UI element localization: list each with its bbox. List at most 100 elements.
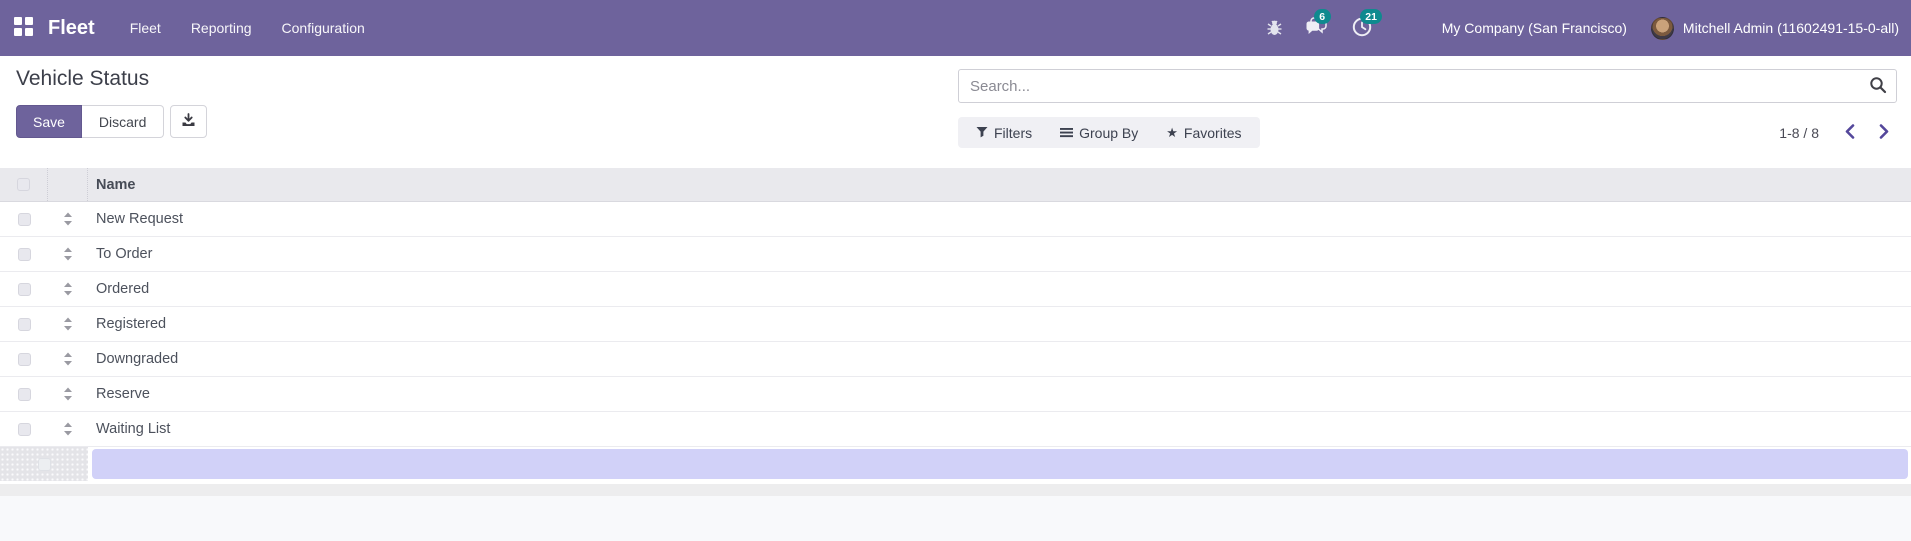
messages-button[interactable]: 6	[1294, 0, 1340, 56]
table-header: Name	[0, 168, 1911, 202]
row-checkbox[interactable]	[17, 387, 31, 401]
app-brand[interactable]: Fleet	[48, 17, 95, 40]
control-panel-right: Filters Group By ★	[958, 56, 1897, 168]
search-box	[958, 69, 1897, 103]
messages-count-badge: 6	[1313, 9, 1331, 24]
pager-next-button[interactable]	[1871, 120, 1897, 146]
new-record-row	[0, 447, 1911, 481]
row-checkbox-cell	[0, 202, 48, 236]
drag-handle[interactable]	[48, 342, 88, 376]
drag-handle[interactable]	[48, 307, 88, 341]
row-checkbox[interactable]	[17, 247, 31, 261]
table-row[interactable]: Reserve	[0, 377, 1911, 412]
systray: 6 21 My Company (San Francisco) Mitchell…	[1255, 0, 1911, 56]
row-checkbox-cell	[0, 412, 48, 446]
export-button[interactable]	[170, 105, 208, 138]
pager-previous-button[interactable]	[1837, 120, 1863, 146]
row-checkbox[interactable]	[17, 212, 31, 226]
apps-menu-button[interactable]	[0, 0, 46, 56]
column-header-name[interactable]: Name	[88, 168, 1911, 201]
chevron-right-icon	[1879, 123, 1889, 142]
row-name[interactable]: Ordered	[88, 272, 1911, 306]
user-menu[interactable]: Mitchell Admin (11602491-15-0-all)	[1650, 16, 1903, 40]
sort-handle-icon	[64, 422, 72, 436]
page: Fleet Fleet Reporting Configuration 6 21…	[0, 0, 1911, 541]
debug-button[interactable]	[1255, 0, 1294, 56]
discard-button[interactable]: Discard	[81, 105, 165, 138]
sort-handle-icon	[64, 352, 72, 366]
search-options-row: Filters Group By ★ Favorites 1-8 / 8	[958, 117, 1897, 148]
activities-count-badge: 21	[1359, 9, 1383, 24]
bug-icon	[1266, 18, 1283, 39]
row-checkbox-cell	[0, 342, 48, 376]
row-checkbox[interactable]	[17, 352, 31, 366]
pager: 1-8 / 8	[1779, 120, 1897, 146]
drag-handle[interactable]	[48, 237, 88, 271]
drag-handle[interactable]	[48, 272, 88, 306]
row-name[interactable]: Reserve	[88, 377, 1911, 411]
table-row[interactable]: Waiting List	[0, 412, 1911, 447]
group-by-bars-icon	[1060, 125, 1074, 141]
drag-handle[interactable]	[48, 412, 88, 446]
sort-handle-icon	[64, 387, 72, 401]
row-checkbox-cell	[0, 272, 48, 306]
row-name[interactable]: Downgraded	[88, 342, 1911, 376]
sort-handle-icon	[64, 247, 72, 261]
control-panel-left: Vehicle Status Save Discard	[16, 56, 208, 168]
sort-handle-icon	[64, 317, 72, 331]
star-icon: ★	[1166, 124, 1178, 140]
search-input[interactable]	[958, 69, 1897, 103]
group-by-button[interactable]: Group By	[1046, 117, 1152, 148]
sort-handle-icon	[64, 282, 72, 296]
new-row-name-input[interactable]	[92, 449, 1908, 479]
menu-reporting[interactable]: Reporting	[176, 20, 267, 36]
table-row[interactable]: Ordered	[0, 272, 1911, 307]
chevron-left-icon	[1845, 123, 1855, 142]
save-button[interactable]: Save	[16, 105, 82, 138]
row-checkbox-cell	[0, 377, 48, 411]
row-checkbox[interactable]	[17, 282, 31, 296]
drag-handle[interactable]	[48, 202, 88, 236]
menu-configuration[interactable]: Configuration	[267, 20, 380, 36]
select-all-checkbox[interactable]	[17, 178, 30, 191]
group-by-label: Group By	[1079, 124, 1139, 141]
edit-buttons: Save Discard	[16, 105, 208, 138]
row-checkbox-cell	[0, 237, 48, 271]
company-switcher[interactable]: My Company (San Francisco)	[1442, 20, 1627, 36]
row-checkbox-cell	[0, 307, 48, 341]
user-name: Mitchell Admin (11602491-15-0-all)	[1682, 20, 1899, 36]
new-row-checkbox[interactable]	[37, 457, 51, 471]
new-row-checkbox-cell	[0, 447, 88, 481]
apps-grid-icon	[13, 16, 34, 40]
row-name[interactable]: Waiting List	[88, 412, 1911, 446]
drag-handle[interactable]	[48, 377, 88, 411]
table-row[interactable]: Downgraded	[0, 342, 1911, 377]
filters-button[interactable]: Filters	[962, 117, 1046, 148]
search-submit-button[interactable]	[1863, 72, 1893, 100]
table-row[interactable]: To Order	[0, 237, 1911, 272]
list-view: Name New Request To Order Ordered Regist…	[0, 168, 1911, 496]
avatar	[1650, 16, 1674, 40]
header-handle-cell	[48, 168, 88, 201]
favorites-button[interactable]: ★ Favorites	[1152, 117, 1255, 148]
top-navbar: Fleet Fleet Reporting Configuration 6 21…	[0, 0, 1911, 56]
navbar-left: Fleet Fleet Reporting Configuration	[0, 0, 380, 56]
table-row[interactable]: New Request	[0, 202, 1911, 237]
table-footer-band	[0, 484, 1911, 496]
row-checkbox[interactable]	[17, 317, 31, 331]
activities-button[interactable]: 21	[1340, 0, 1384, 56]
filter-group: Filters Group By ★ Favorites	[958, 117, 1260, 148]
header-checkbox-cell	[0, 168, 48, 201]
favorites-label: Favorites	[1183, 124, 1242, 141]
filter-funnel-icon	[976, 125, 988, 141]
row-name[interactable]: New Request	[88, 202, 1911, 236]
row-name[interactable]: To Order	[88, 237, 1911, 271]
pager-range: 1-8 / 8	[1779, 124, 1819, 141]
row-checkbox[interactable]	[17, 422, 31, 436]
table-row[interactable]: Registered	[0, 307, 1911, 342]
new-row-input-cell	[88, 447, 1911, 481]
menu-fleet[interactable]: Fleet	[115, 20, 176, 36]
search-icon	[1869, 76, 1887, 97]
control-panel: Vehicle Status Save Discard Search... Fi…	[0, 56, 1911, 168]
row-name[interactable]: Registered	[88, 307, 1911, 341]
